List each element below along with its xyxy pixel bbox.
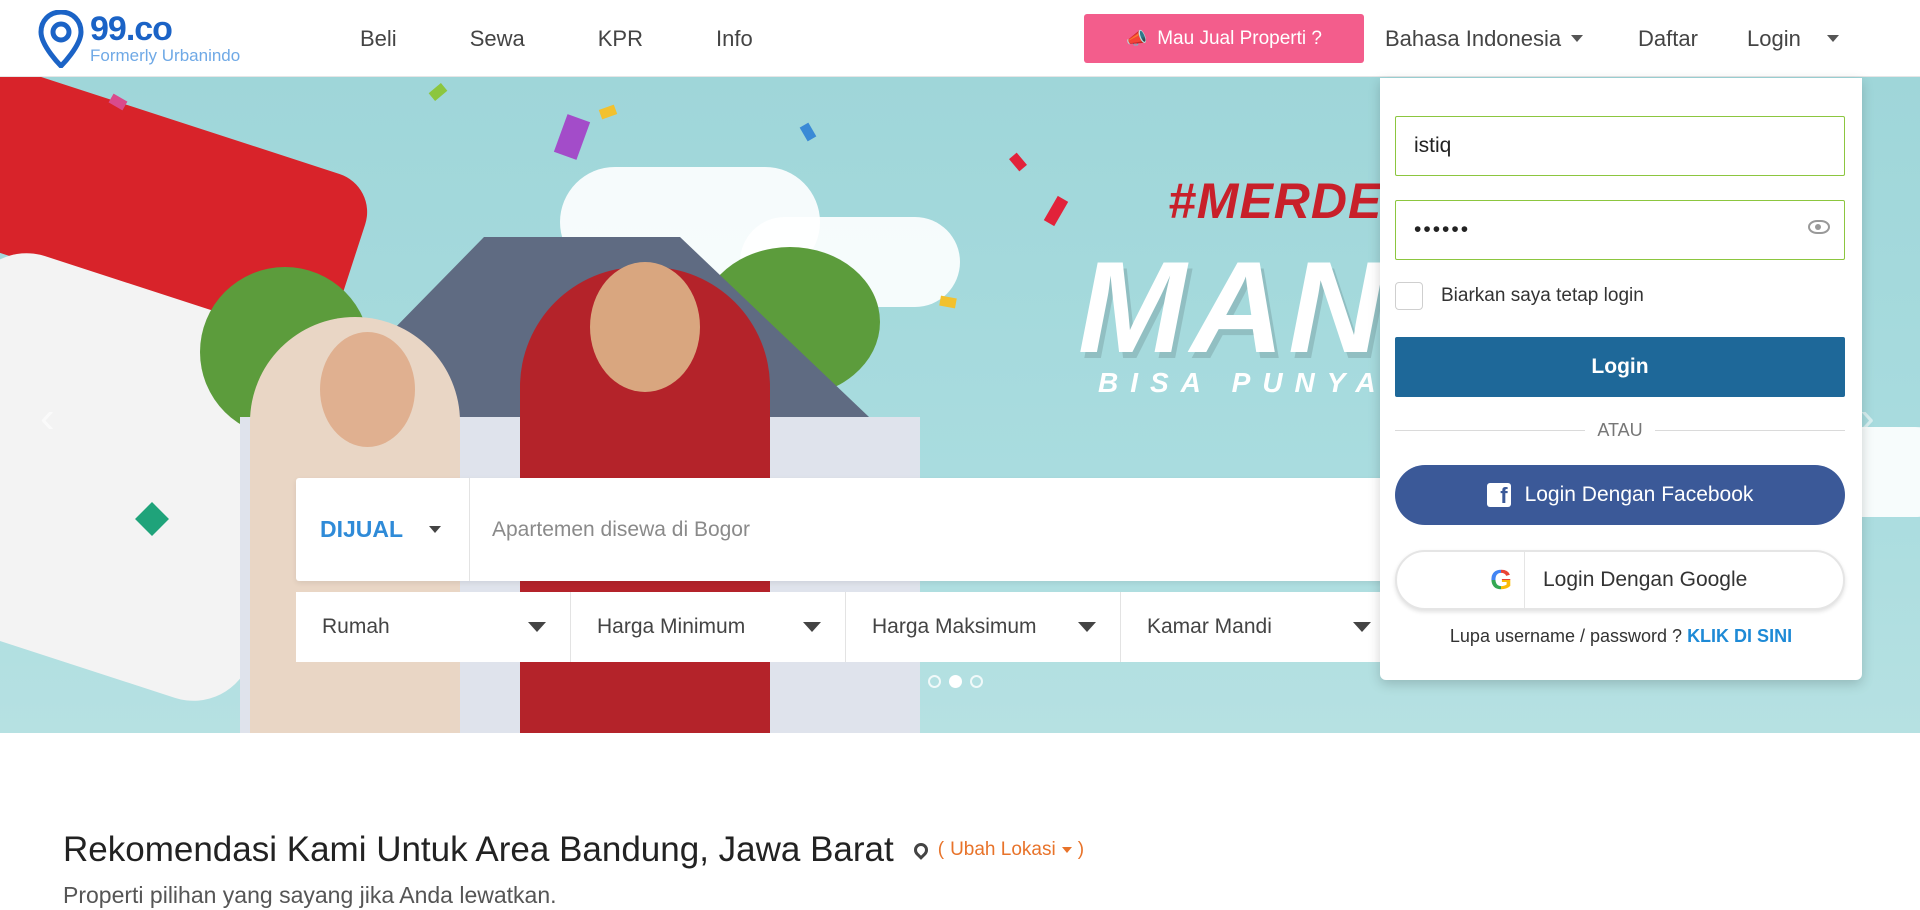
confetti-decoration xyxy=(939,295,957,309)
chevron-down-icon xyxy=(528,622,546,632)
carousel-dot[interactable] xyxy=(928,675,941,688)
prev-slide-arrow[interactable]: ‹ xyxy=(40,393,55,443)
facebook-login-button[interactable]: f Login Dengan Facebook xyxy=(1395,465,1845,525)
nav-sewa[interactable]: Sewa xyxy=(470,26,525,52)
chevron-down-icon xyxy=(1826,35,1839,42)
campaign-tagline: BISA PUNYA xyxy=(1098,367,1388,398)
username-field-wrapper xyxy=(1395,116,1845,176)
woman-face xyxy=(320,332,415,447)
property-type-filter[interactable]: Rumah xyxy=(296,592,571,662)
confetti-decoration xyxy=(598,104,618,120)
divider-text: ATAU xyxy=(1597,420,1643,440)
confetti-decoration xyxy=(428,83,448,101)
listing-type-dropdown[interactable]: DIJUAL xyxy=(296,478,470,581)
login-dropdown-panel: Biarkan saya tetap login Login ATAU f Lo… xyxy=(1380,78,1862,680)
max-price-filter[interactable]: Harga Maksimum xyxy=(846,592,1121,662)
location-pin-logo-icon xyxy=(38,10,84,68)
recommendation-subtitle: Properti pilihan yang sayang jika Anda l… xyxy=(63,882,557,908)
forgot-password: Lupa username / password ? KLIK DI SINI xyxy=(1380,626,1862,647)
min-price-filter[interactable]: Harga Minimum xyxy=(571,592,846,662)
password-input[interactable] xyxy=(1412,217,1796,243)
google-icon: G xyxy=(1490,564,1512,595)
username-input[interactable] xyxy=(1412,133,1796,159)
caret-down-icon xyxy=(1061,847,1072,853)
logo[interactable]: 99.co Formerly Urbanindo xyxy=(38,8,278,70)
chevron-down-icon xyxy=(429,526,442,533)
search-input[interactable] xyxy=(490,498,1354,561)
confetti-decoration xyxy=(553,114,591,160)
remember-me: Biarkan saya tetap login xyxy=(1395,282,1644,310)
paren-open: ( xyxy=(937,839,945,860)
sell-property-button[interactable]: 📣 Mau Jual Properti ? xyxy=(1084,14,1364,63)
nav-beli[interactable]: Beli xyxy=(360,26,397,52)
confetti-decoration xyxy=(1009,152,1027,172)
logo-subtext: Formerly Urbanindo xyxy=(90,46,241,65)
chevron-down-icon xyxy=(803,622,821,632)
forgot-password-text: Lupa username / password ? xyxy=(1449,626,1683,646)
filter-label: Harga Minimum xyxy=(597,615,746,638)
campaign-big-word: MAN xyxy=(1078,234,1387,380)
filter-label: Kamar Mandi xyxy=(1147,615,1272,638)
filter-label: Rumah xyxy=(322,615,390,638)
google-login-button[interactable]: G Login Dengan Google xyxy=(1395,550,1845,610)
recommendation-title: Rekomendasi Kami Untuk Area Bandung, Jaw… xyxy=(63,830,894,869)
top-navbar: 99.co Formerly Urbanindo Beli Sewa KPR I… xyxy=(0,0,1920,77)
or-divider: ATAU xyxy=(1395,420,1845,440)
login-dropdown-toggle[interactable]: Login xyxy=(1747,0,1839,77)
register-link[interactable]: Daftar xyxy=(1638,0,1698,77)
forgot-password-link[interactable]: KLIK DI SINI xyxy=(1687,626,1792,646)
listing-type-label: DIJUAL xyxy=(320,516,404,542)
sell-property-label: Mau Jual Properti ? xyxy=(1157,27,1322,49)
next-slide-arrow[interactable]: › xyxy=(1860,393,1875,443)
main-nav: Beli Sewa KPR Info xyxy=(360,0,826,77)
facebook-login-label: Login Dengan Facebook xyxy=(1524,483,1754,506)
facebook-icon: f xyxy=(1486,483,1511,507)
recommendation-header: Rekomendasi Kami Untuk Area Bandung, Jaw… xyxy=(63,830,1084,870)
confetti-decoration xyxy=(1043,195,1069,227)
language-label: Bahasa Indonesia xyxy=(1385,25,1562,51)
login-label: Login xyxy=(1747,25,1801,51)
logo-text: 99.co xyxy=(90,10,173,48)
chevron-down-icon xyxy=(1078,622,1096,632)
google-login-label: Login Dengan Google xyxy=(1543,568,1748,591)
language-selector[interactable]: Bahasa Indonesia xyxy=(1385,0,1584,77)
password-field-wrapper xyxy=(1395,200,1845,260)
nav-info[interactable]: Info xyxy=(716,26,753,52)
remember-me-checkbox[interactable] xyxy=(1395,282,1423,310)
man-face xyxy=(590,262,700,392)
change-location-label: Ubah Lokasi xyxy=(950,839,1056,860)
confetti-decoration xyxy=(799,122,817,142)
carousel-dots xyxy=(928,675,991,688)
carousel-dot[interactable] xyxy=(970,675,983,688)
google-icon-box: G xyxy=(1453,552,1525,608)
nav-kpr[interactable]: KPR xyxy=(598,26,643,52)
search-filters: Rumah Harga Minimum Harga Maksimum Kamar… xyxy=(296,592,1396,662)
login-submit-button[interactable]: Login xyxy=(1395,337,1845,397)
megaphone-icon: 📣 xyxy=(1126,28,1148,48)
chevron-down-icon xyxy=(1571,35,1584,42)
property-search-bar: DIJUAL xyxy=(296,478,1396,581)
chevron-down-icon xyxy=(1353,622,1371,632)
show-password-eye-icon[interactable] xyxy=(1808,220,1830,234)
paren-close: ) xyxy=(1077,839,1085,860)
change-location-link[interactable]: ( Ubah Lokasi ) xyxy=(938,839,1084,861)
map-pin-icon xyxy=(910,840,931,860)
bathroom-filter[interactable]: Kamar Mandi xyxy=(1121,592,1396,662)
remember-me-label: Biarkan saya tetap login xyxy=(1441,285,1644,306)
filter-label: Harga Maksimum xyxy=(872,615,1037,638)
carousel-dot-active[interactable] xyxy=(949,675,962,688)
